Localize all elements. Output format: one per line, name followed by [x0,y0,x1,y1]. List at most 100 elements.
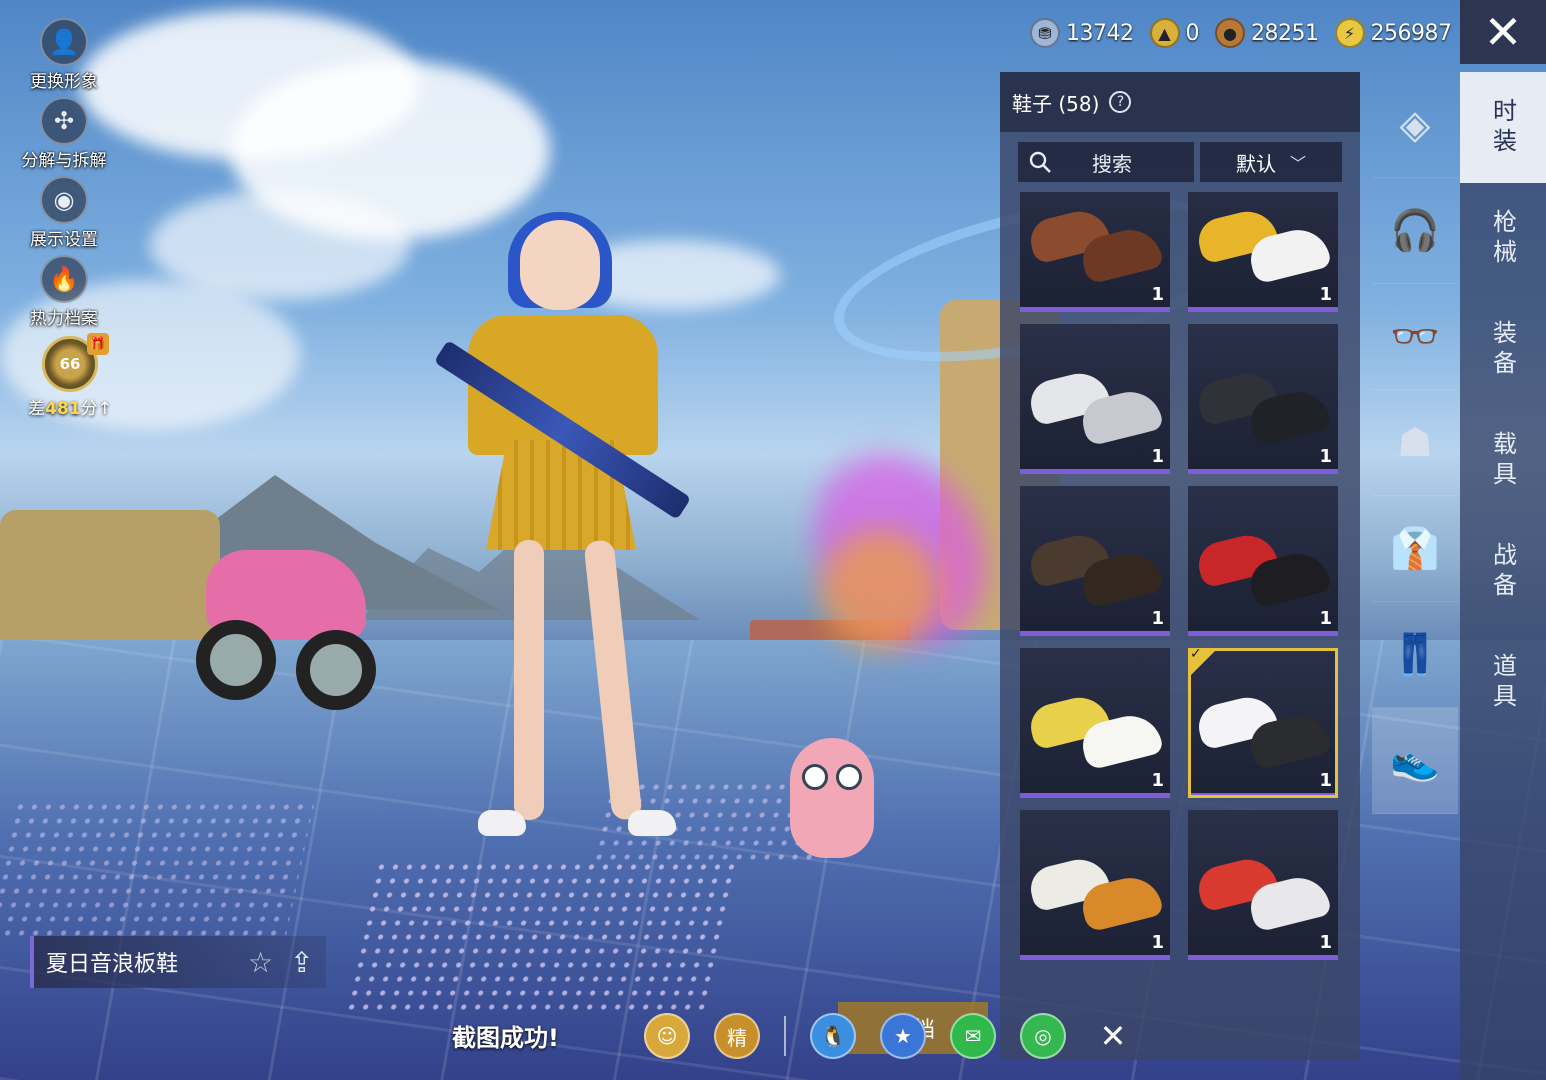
left-menu-label: 更换形象 [30,72,98,92]
shoe-item-slot[interactable]: 1 [1188,192,1338,312]
currency-item: ⚡ 256987 [1334,18,1452,48]
search-input[interactable]: 搜索 [1018,142,1194,182]
left-menu-change-avatar[interactable]: 👤 更换形象 [14,18,114,97]
item-count: 1 [1319,932,1332,953]
currency-item: ● 28251 [1215,18,1319,48]
left-menu-decompose[interactable]: ✣ 分解与拆解 [14,97,114,176]
help-icon[interactable]: ? [1109,91,1132,113]
character-head [520,220,600,310]
game-center-share-icon[interactable]: ☺ [644,1013,690,1059]
motorcycle-wheel [196,620,276,700]
tab-label: 装备 [1488,319,1517,380]
tab-label: 载具 [1488,430,1517,491]
currency-value: 256987 [1370,20,1452,46]
item-grid: 1 1 1 1 1 1 1 ✓ 1 1 1 [1020,192,1338,1060]
shoe-item-slot[interactable]: 1 [1188,324,1338,474]
tab-3[interactable]: 载具 [1460,405,1546,516]
tab-label: 战备 [1488,541,1517,602]
sort-dropdown[interactable]: 默认 ﹀ [1200,142,1342,182]
item-count: 1 [1151,284,1164,305]
gift-icon[interactable]: 🎁 [87,333,109,355]
shoe-item-slot[interactable]: ✓ 1 [1188,646,1338,798]
left-menu-label: 展示设置 [30,230,98,250]
category-icon-tab[interactable]: ◈ [1372,72,1458,178]
item-count: 1 [1151,932,1164,953]
player-character [433,212,738,860]
avatar-icon: 👤 [40,18,88,66]
rank-points-text: 差481分↑ [28,399,112,419]
pet-companion [784,718,880,868]
shoe-item-slot[interactable]: 1 [1020,192,1170,312]
shoe-item-slot[interactable]: 1 [1188,486,1338,636]
chevron-down-icon: ﹀ [1289,154,1306,173]
share-icon[interactable]: ⇪ [290,946,313,979]
lightning-coin-icon: ⚡ [1334,18,1365,48]
floor-tile-glow [0,800,315,940]
category-icon-tab[interactable]: 👓 [1372,284,1458,390]
glasses-icon: 👓 [1390,314,1440,360]
item-count: 1 [1151,770,1164,791]
category-icon-tab[interactable]: 👖 [1372,602,1458,708]
eye-icon: ◉ [40,176,88,224]
shoe-item-slot[interactable]: 1 [1020,648,1170,798]
pet-body [790,738,874,858]
peace-elite-share-icon[interactable]: 精 [714,1013,760,1059]
share-bar: ☺ 精 🐧 ★ ✉ ◎ ✕ [644,1012,1136,1060]
tab-5[interactable]: 道具 [1460,627,1546,738]
shoe-item-slot[interactable]: 1 [1020,810,1170,960]
close-share-icon[interactable]: ✕ [1090,1013,1136,1059]
tab-label: 道具 [1488,652,1517,713]
category-icon-tab[interactable]: 👔 [1372,496,1458,602]
arcade-building [0,510,220,660]
wechat-share-icon[interactable]: ✉ [950,1013,996,1059]
motorcycle [196,520,386,720]
tab-2[interactable]: 装备 [1460,294,1546,405]
moments-share-icon[interactable]: ◎ [1020,1013,1066,1059]
category-icon-tab[interactable]: ☗ [1372,390,1458,496]
tab-4[interactable]: 战备 [1460,516,1546,627]
rank-points: 481 [45,399,81,419]
currency-value: 28251 [1251,20,1319,46]
search-icon [1029,151,1051,173]
left-menu-heat-archive[interactable]: 🔥 热力档案 [14,255,114,334]
share-divider [784,1016,786,1056]
category-tabs: 时装枪械装备载具战备道具 [1460,72,1546,1080]
tab-1[interactable]: 枪械 [1460,183,1546,294]
rank-widget[interactable]: 66 🎁 差481分↑ [28,333,112,419]
rank-badge[interactable]: 66 🎁 [42,333,109,392]
screenshot-toast: 截图成功! [452,1024,559,1052]
gold-badge-icon: ▲ [1149,18,1180,48]
selected-item-name: 夏日音浪板鞋 [46,952,179,977]
suit-icon: 👔 [1390,526,1440,572]
left-menu: 👤 更换形象 ✣ 分解与拆解 ◉ 展示设置 🔥 热力档案 [14,18,114,334]
item-grid-inner: 1 1 1 1 1 1 1 ✓ 1 1 1 [1020,192,1338,960]
left-menu-label: 分解与拆解 [21,151,107,171]
shoe-item-slot[interactable]: 1 [1020,324,1170,474]
left-menu-display-settings[interactable]: ◉ 展示设置 [14,176,114,255]
left-menu-label: 热力档案 [30,309,98,329]
cloud [150,190,410,300]
category-icon-tab[interactable]: 👟 [1372,708,1458,814]
arrow-up-icon: ↑ [97,399,112,419]
qq-share-icon[interactable]: 🐧 [810,1013,856,1059]
copper-coin-icon: ● [1215,18,1245,48]
star-icon[interactable]: ☆ [248,946,273,979]
checkmark-icon: ✓ [1190,646,1202,662]
search-placeholder: 搜索 [1092,151,1132,176]
item-count: 1 [1319,608,1332,629]
panel-header: 鞋子 (58) ? [1000,72,1360,132]
qzone-share-icon[interactable]: ★ [880,1013,926,1059]
character-leg [514,540,544,820]
category-icon-tab[interactable]: 🎧 [1372,178,1458,284]
bp-coin-icon: ⛃ [1030,18,1060,48]
close-button[interactable]: ✕ [1460,0,1546,64]
flame-icon: 🔥 [40,255,88,303]
shoe-item-slot[interactable]: 1 [1188,810,1338,960]
mask-icon: ☗ [1397,419,1433,466]
currency-value: 0 [1185,20,1200,46]
currency-item: ⛃ 13742 [1030,18,1134,48]
currency-item: ▲ 0 [1149,18,1200,48]
tab-label: 枪械 [1488,208,1517,269]
tab-0[interactable]: 时装 [1460,72,1546,183]
shoe-item-slot[interactable]: 1 [1020,486,1170,636]
